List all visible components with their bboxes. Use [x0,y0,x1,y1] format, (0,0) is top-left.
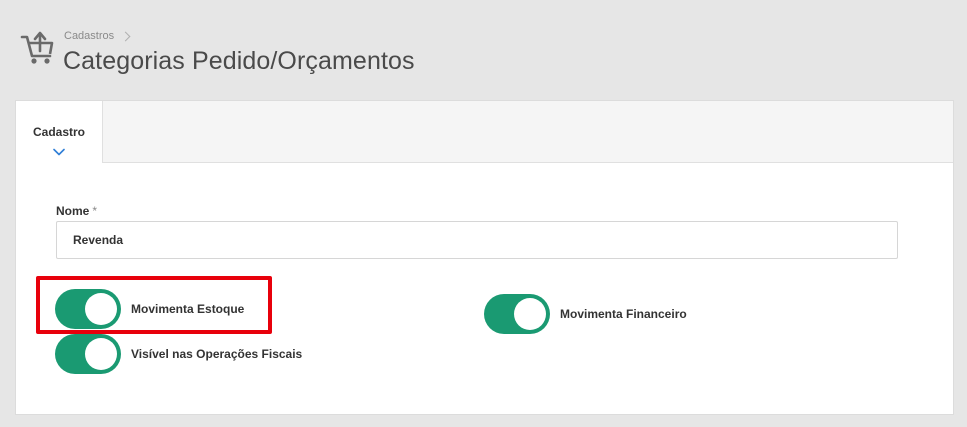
toggle-movimenta-estoque[interactable]: Movimenta Estoque [55,289,244,329]
chevron-right-icon [120,31,131,42]
toggle-visivel-operacoes-fiscais[interactable]: Visível nas Operações Fiscais [55,334,302,374]
movimenta-estoque-label: Movimenta Estoque [131,302,245,316]
switch-knob [85,338,117,370]
movimenta-financeiro-label: Movimenta Financeiro [560,307,687,321]
page-title: Categorias Pedido/Orçamentos [63,47,415,75]
visivel-operacoes-fiscais-switch[interactable] [55,334,121,374]
movimenta-estoque-switch[interactable] [55,289,121,329]
tab-cadastro[interactable]: Cadastro [16,101,103,163]
switch-knob [514,298,546,330]
nome-input[interactable] [56,221,898,259]
breadcrumb: Cadastros [64,30,131,42]
switch-knob [85,293,117,325]
nome-label: Nome * [56,204,97,218]
tab-bar: Cadastro [16,101,953,163]
chevron-down-icon [53,148,65,156]
cart-upload-icon [20,31,54,64]
nome-label-text: Nome [56,204,90,218]
movimenta-financeiro-switch[interactable] [484,294,550,334]
breadcrumb-item-cadastros[interactable]: Cadastros [64,30,114,42]
visivel-operacoes-fiscais-label: Visível nas Operações Fiscais [131,347,303,361]
required-mark: * [92,204,98,218]
tab-cadastro-label: Cadastro [32,125,85,139]
toggle-movimenta-financeiro[interactable]: Movimenta Financeiro [484,294,687,334]
